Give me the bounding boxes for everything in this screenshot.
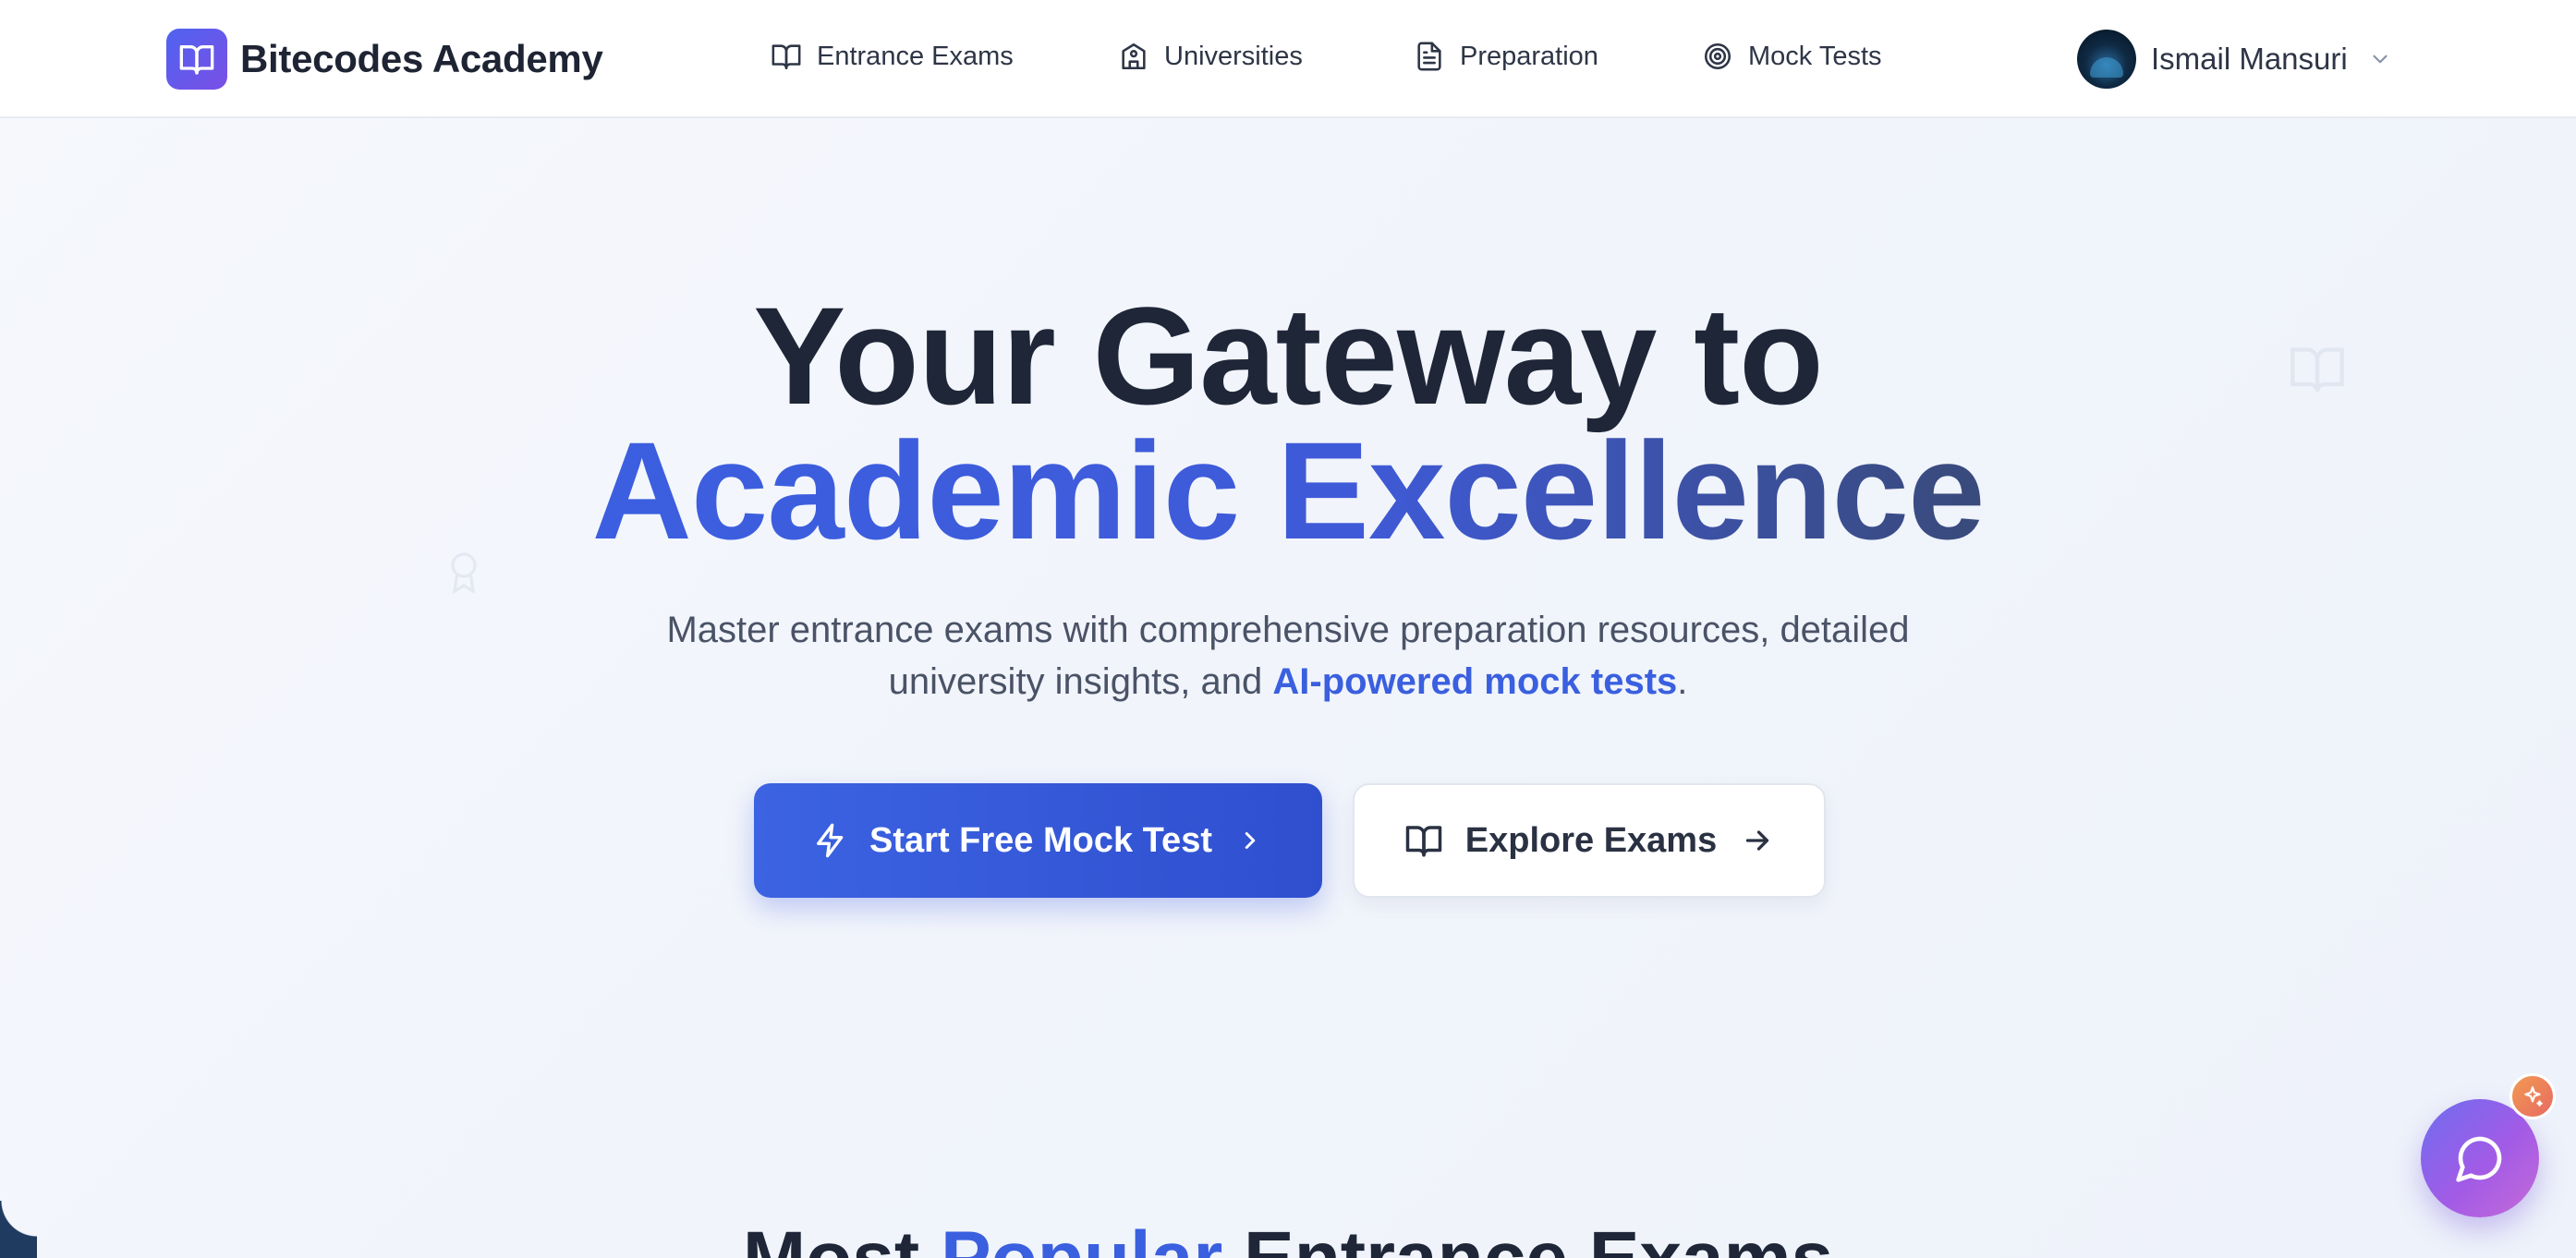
section-title-highlight: Popular <box>941 1216 1222 1258</box>
target-icon <box>1704 42 1732 70</box>
subtitle-suffix: . <box>1677 661 1688 702</box>
nav-item-mock-tests[interactable]: Mock Tests <box>1702 41 1882 72</box>
hero-title-line2: Academic Excellence <box>0 421 2576 560</box>
subtitle-highlight: AI-powered mock tests <box>1272 661 1678 702</box>
section-title-suffix: Entrance Exams <box>1222 1216 1833 1258</box>
book-open-icon <box>1405 826 1441 857</box>
nav-item-preparation[interactable]: Preparation <box>1414 41 1598 72</box>
start-mock-test-label: Start Free Mock Test <box>869 820 1212 860</box>
hero-subtitle: Master entrance exams with comprehensive… <box>0 604 2576 708</box>
chevron-right-icon <box>1245 832 1256 849</box>
brand-name: Bitecodes Academy <box>240 37 603 80</box>
user-menu[interactable]: Ismail Mansuri <box>2077 30 2392 89</box>
page: Bitecodes Academy Entrance Exams Univers… <box>0 0 2576 1258</box>
sparkle-icon <box>2524 1086 2543 1107</box>
subtitle-line1: Master entrance exams with comprehensive… <box>666 610 1910 650</box>
top-navbar: Bitecodes Academy Entrance Exams Univers… <box>0 0 2576 118</box>
nav-label: Preparation <box>1460 41 1598 71</box>
user-name: Ismail Mansuri <box>2151 42 2348 76</box>
lightning-icon <box>817 823 844 858</box>
section-title: Most Popular Entrance Exams <box>0 1217 2576 1258</box>
explore-exams-button[interactable]: Explore Exams <box>1353 783 1826 898</box>
avatar <box>2077 30 2136 89</box>
subtitle-line2-prefix: university insights, and <box>888 661 1273 702</box>
nav-item-universities[interactable]: Universities <box>1118 41 1303 72</box>
chat-bubble-icon <box>2456 1136 2502 1182</box>
brand[interactable]: Bitecodes Academy <box>166 29 603 90</box>
nav-item-entrance-exams[interactable]: Entrance Exams <box>771 41 1014 72</box>
window-corner <box>0 1201 37 1258</box>
ai-badge <box>2509 1073 2556 1119</box>
section-title-prefix: Most <box>743 1216 941 1258</box>
document-icon <box>1417 42 1441 71</box>
arrow-right-icon <box>1746 830 1769 851</box>
start-mock-test-button[interactable]: Start Free Mock Test <box>754 783 1322 898</box>
hero-title-line1: Your Gateway to <box>753 278 1823 433</box>
book-open-icon <box>772 44 801 70</box>
hero-title-highlight: Academic Excellence <box>591 413 1986 568</box>
school-building-icon <box>1122 42 1146 70</box>
nav-label: Universities <box>1164 41 1303 71</box>
book-open-icon <box>166 29 227 90</box>
explore-exams-label: Explore Exams <box>1464 820 1718 860</box>
chevron-down-icon <box>2373 54 2388 64</box>
nav-label: Mock Tests <box>1748 41 1882 71</box>
nav-label: Entrance Exams <box>817 41 1014 71</box>
